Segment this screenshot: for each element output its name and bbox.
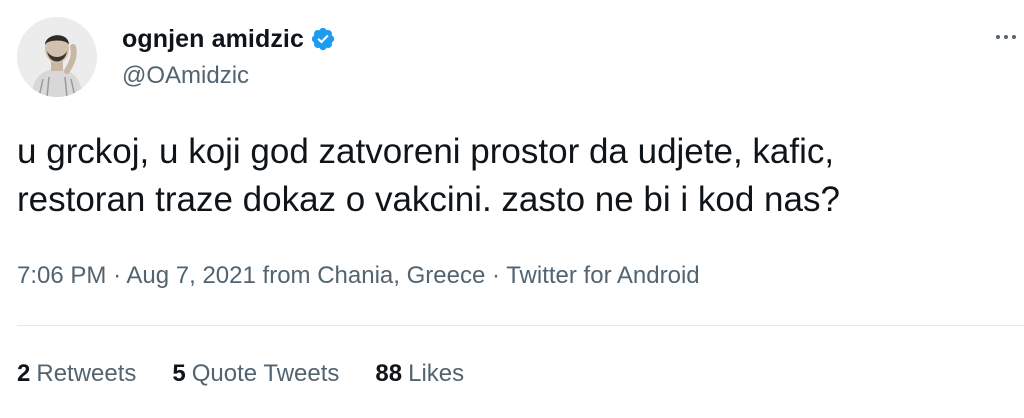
likes-count: 88 [375,360,403,387]
quote-tweets-count: 5 [172,360,186,387]
user-name-row: ognjen amidzic [122,22,336,56]
avatar[interactable] [17,17,97,97]
dot-icon [1012,35,1016,39]
location-prefix: from [262,262,311,289]
tweet-source[interactable]: Twitter for Android [506,262,699,289]
quote-tweets-stat[interactable]: 5 Quote Tweets [172,360,339,388]
verified-badge-icon [310,26,336,52]
tweet-card: ognjen amidzic @OAmidzic u grckoj, u koj… [0,0,1024,418]
retweets-count: 2 [17,360,31,387]
likes-stat[interactable]: 88 Likes [375,360,464,388]
tweet-time[interactable]: 7:06 PM [17,262,106,289]
likes-label: Likes [408,360,465,387]
dot-icon [1004,35,1008,39]
retweets-stat[interactable]: 2 Retweets [17,360,136,388]
user-handle[interactable]: @OAmidzic [122,62,249,90]
avatar-image [17,17,97,97]
tweet-date[interactable]: Aug 7, 2021 [126,262,255,289]
display-name[interactable]: ognjen amidzic [122,25,304,54]
tweet-stats: 2 Retweets 5 Quote Tweets 88 Likes [17,360,464,388]
retweets-label: Retweets [36,360,137,387]
meta-separator: · [113,262,122,289]
tweet-metadata: 7:06 PM · Aug 7, 2021 from Chania, Greec… [17,262,700,290]
divider [17,325,1024,326]
tweet-location[interactable]: Chania, Greece [317,262,485,289]
dot-icon [996,35,1000,39]
meta-separator: · [491,262,500,289]
tweet-text: u grckoj, u koji god zatvoreni prostor d… [17,132,840,219]
quote-tweets-label: Quote Tweets [191,360,340,387]
more-options-icon[interactable] [996,22,1016,52]
